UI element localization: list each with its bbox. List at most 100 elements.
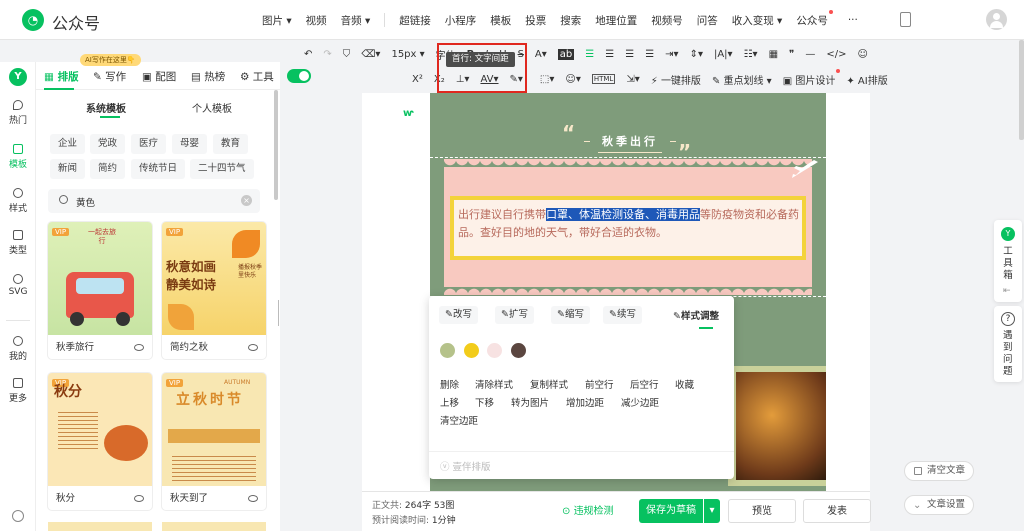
action-decrease-margin[interactable]: 减少边距 — [621, 395, 659, 409]
rail-item-mine[interactable]: 我的 — [0, 336, 36, 362]
eye-icon[interactable] — [248, 495, 258, 502]
ai-layout-button[interactable]: ✦ AI排版 — [846, 72, 887, 87]
indent-icon[interactable]: ⇥▾ — [665, 49, 678, 60]
action-move-down[interactable]: 下移 — [475, 395, 494, 409]
eye-icon[interactable] — [248, 344, 258, 351]
template-card[interactable] — [48, 522, 152, 531]
action-to-image[interactable]: 转为图片 — [511, 395, 549, 409]
code-icon[interactable]: </> — [826, 49, 846, 60]
one-click-layout-button[interactable]: ⚡ 一键排版 — [651, 72, 701, 87]
template-card[interactable] — [162, 522, 266, 531]
template-card[interactable]: VIP AUTUMN 立秋时节 秋天到了 — [162, 373, 266, 510]
save-draft-button[interactable]: 保存为草稿 — [639, 499, 703, 523]
article-paragraph[interactable]: 出行建议自行携带口罩、体温检测设备、消毒用品等防疫物资和必备药品。查好目的地的天… — [458, 206, 800, 242]
undo-icon[interactable]: ↶ — [304, 49, 312, 60]
color-swatch[interactable] — [511, 343, 526, 358]
align-right-icon[interactable]: ☰ — [625, 49, 634, 60]
continue-button[interactable]: ✎续写 — [603, 306, 642, 324]
color-swatch[interactable] — [440, 343, 455, 358]
format-painter-icon[interactable]: ⛉ — [343, 49, 351, 60]
selected-text[interactable]: 口罩、体温检测设备、消毒用品 — [546, 208, 700, 221]
tab-image[interactable]: ▣ 配图 — [142, 69, 176, 84]
style-adjust-tab[interactable]: ✎样式调整 — [673, 308, 719, 322]
action-line-after[interactable]: 后空行 — [630, 377, 659, 391]
align-left-icon[interactable]: ☰ — [585, 49, 594, 60]
chip-minimal[interactable]: 简约 — [90, 159, 126, 179]
justify-icon[interactable]: ☰ — [645, 49, 654, 60]
subtab-personal-templates[interactable]: 个人模板 — [192, 100, 232, 115]
action-delete[interactable]: 删除 — [440, 377, 459, 391]
menu-image[interactable]: 图片 ▾ — [262, 13, 292, 28]
rewrite-button[interactable]: ✎改写 — [439, 306, 478, 324]
quote-icon[interactable]: ❞ — [789, 49, 794, 60]
page-scrollbar[interactable] — [1019, 40, 1024, 140]
align-center-icon[interactable]: ☰ — [605, 49, 614, 60]
menu-hyperlink[interactable]: 超链接 — [399, 13, 431, 28]
template-search[interactable]: 黄色 × — [48, 189, 260, 213]
chip-maternal[interactable]: 母婴 — [172, 134, 208, 154]
table-icon[interactable]: ▦ — [769, 49, 778, 60]
rail-item-style[interactable]: 样式 — [0, 188, 36, 214]
phone-preview-icon[interactable] — [900, 12, 911, 27]
action-increase-margin[interactable]: 增加边距 — [566, 395, 604, 409]
redo-icon[interactable]: ↷ — [323, 49, 331, 60]
paragraph-icon[interactable]: ⇲▾ — [626, 74, 639, 85]
article-settings-button[interactable]: ⌄ 文章设置 — [904, 495, 975, 515]
help-tab[interactable]: ? 遇到问题 — [994, 306, 1022, 382]
chip-news[interactable]: 新闻 — [50, 159, 86, 179]
eye-icon[interactable] — [134, 344, 144, 351]
list-icon[interactable]: ☷▾ — [744, 49, 758, 60]
action-copy-style[interactable]: 复制样式 — [530, 377, 568, 391]
avatar[interactable] — [986, 9, 1007, 30]
template-card[interactable]: VIP 秋意如画 静美如诗 播报秋季里快乐 简约之秋 — [162, 222, 266, 359]
violation-check-button[interactable]: ⊙ 违规检测 — [562, 502, 614, 517]
rail-item-hot[interactable]: 热门 — [0, 100, 36, 126]
preview-button[interactable]: 预览 — [728, 499, 796, 523]
rail-item-type[interactable]: 类型 — [0, 230, 36, 256]
action-favorite[interactable]: 收藏 — [675, 377, 694, 391]
chip-medical[interactable]: 医疗 — [131, 134, 167, 154]
expand-button[interactable]: ✎扩写 — [495, 306, 534, 324]
html-icon[interactable]: HTML — [591, 74, 616, 84]
emoji-icon[interactable]: ☺ — [858, 49, 868, 60]
menu-search[interactable]: 搜索 — [560, 13, 581, 28]
color-swatch[interactable] — [464, 343, 479, 358]
menu-monetize[interactable]: 收入变现 ▾ — [732, 13, 783, 28]
menu-official-account[interactable]: 公众号 — [796, 9, 833, 28]
collapse-arrow-icon[interactable]: ⇤ — [1003, 286, 1011, 296]
action-move-up[interactable]: 上移 — [440, 395, 459, 409]
tab-layout[interactable]: ▦ 排版 — [44, 69, 79, 84]
eye-icon[interactable] — [134, 495, 144, 502]
font-size-select[interactable]: 15px ▾ — [391, 49, 424, 60]
panel-scrollbar[interactable] — [274, 90, 278, 200]
font-color-icon[interactable]: A▾ — [535, 49, 547, 60]
help-circle-icon[interactable] — [12, 510, 24, 522]
tab-tools[interactable]: ⚙ 工具 — [240, 69, 274, 84]
menu-location[interactable]: 地理位置 — [595, 13, 637, 28]
image-crop-icon[interactable]: ⬚▾ — [540, 74, 554, 85]
save-dropdown-button[interactable]: ▾ — [704, 499, 720, 523]
clear-article-button[interactable]: 清空文章 — [904, 461, 975, 481]
chip-party[interactable]: 党政 — [90, 134, 126, 154]
shorten-button[interactable]: ✎缩写 — [551, 306, 590, 324]
background-color-icon[interactable]: ab — [557, 48, 575, 60]
superscript-icon[interactable]: X² — [412, 74, 423, 85]
menu-mini-program[interactable]: 小程序 — [445, 13, 477, 28]
more-button[interactable]: ··· — [848, 14, 858, 26]
toolbox-tab[interactable]: Y 工具箱 ⇤ — [994, 220, 1022, 302]
clear-icon[interactable]: × — [241, 195, 252, 206]
template-card[interactable]: VIP 秋分 秋分 — [48, 373, 152, 510]
menu-vote[interactable]: 投票 — [525, 13, 546, 28]
menu-video[interactable]: 视频 — [306, 13, 327, 28]
action-clear-style[interactable]: 清除样式 — [475, 377, 513, 391]
menu-audio[interactable]: 音频 ▾ — [341, 13, 371, 28]
menu-channels[interactable]: 视频号 — [651, 13, 683, 28]
search-input[interactable]: 黄色 — [76, 195, 95, 209]
line-height-icon[interactable]: ⇕▾ — [690, 49, 703, 60]
image-design-button[interactable]: ▣ 图片设计 — [783, 68, 841, 87]
panel-toggle[interactable] — [287, 69, 311, 83]
chip-festival[interactable]: 传统节日 — [131, 159, 186, 179]
letter-spacing-icon[interactable]: |A|▾ — [714, 49, 733, 60]
tab-writing[interactable]: ✎ 写作 — [93, 69, 126, 84]
rail-item-template[interactable]: 模板 — [0, 144, 36, 170]
